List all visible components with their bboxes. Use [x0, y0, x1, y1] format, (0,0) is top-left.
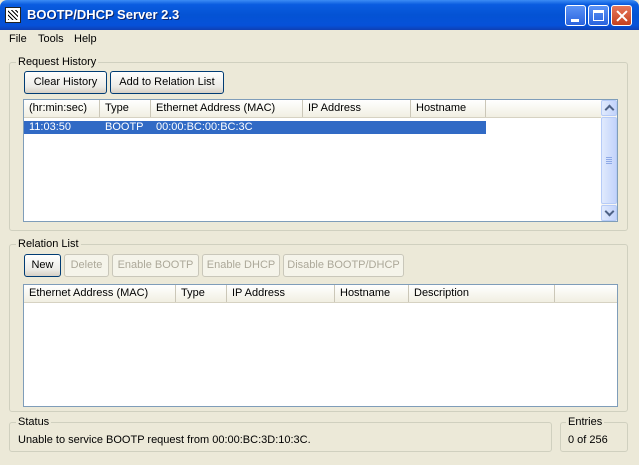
entries-label: Entries: [566, 416, 605, 428]
row-hostname: [411, 121, 486, 134]
request-history-header: (hr:min:sec) Type Ethernet Address (MAC)…: [24, 100, 617, 118]
column-header-description[interactable]: Description: [409, 285, 555, 302]
new-button[interactable]: New: [24, 254, 61, 277]
minimize-button[interactable]: [565, 5, 586, 26]
column-header-type[interactable]: Type: [100, 100, 151, 117]
column-header-hostname[interactable]: Hostname: [411, 100, 486, 117]
window-title: BOOTP/DHCP Server 2.3: [27, 7, 180, 22]
scroll-up-arrow-icon[interactable]: [601, 100, 617, 116]
request-history-list[interactable]: (hr:min:sec) Type Ethernet Address (MAC)…: [23, 99, 618, 222]
add-to-relation-list-button[interactable]: Add to Relation List: [110, 71, 224, 94]
menu-file[interactable]: File: [8, 31, 28, 47]
delete-button[interactable]: Delete: [64, 254, 109, 277]
close-button[interactable]: [611, 5, 632, 26]
row-mac: 00:00:BC:00:BC:3C: [156, 121, 253, 133]
clear-history-button[interactable]: Clear History: [24, 71, 107, 94]
row-ip: [303, 121, 411, 134]
vertical-scrollbar[interactable]: [601, 100, 617, 221]
menu-help[interactable]: Help: [73, 31, 98, 47]
column-header-ip[interactable]: IP Address: [303, 100, 411, 117]
table-row[interactable]: 11:03:50 BOOTP 00:00:BC:00:BC:3C: [24, 121, 486, 134]
row-type: BOOTP: [105, 121, 144, 133]
app-icon[interactable]: [5, 7, 21, 23]
scroll-down-arrow-icon[interactable]: [601, 205, 617, 221]
enable-bootp-button[interactable]: Enable BOOTP: [112, 254, 199, 277]
status-message: Unable to service BOOTP request from 00:…: [18, 434, 311, 446]
maximize-button[interactable]: [588, 5, 609, 26]
column-header-mac[interactable]: Ethernet Address (MAC): [151, 100, 303, 117]
relation-list-label: Relation List: [16, 238, 81, 250]
menu-tools[interactable]: Tools: [37, 31, 65, 47]
row-time: 11:03:50: [29, 121, 72, 133]
enable-dhcp-button[interactable]: Enable DHCP: [202, 254, 280, 277]
request-history-label: Request History: [16, 56, 99, 68]
entries-count: 0 of 256: [568, 434, 608, 446]
disable-bootp-dhcp-button[interactable]: Disable BOOTP/DHCP: [283, 254, 404, 277]
scrollbar-thumb[interactable]: [601, 117, 617, 204]
relation-list-header: Ethernet Address (MAC) Type IP Address H…: [24, 285, 617, 303]
column-header-hostname[interactable]: Hostname: [335, 285, 409, 302]
column-header-time[interactable]: (hr:min:sec): [24, 100, 100, 117]
column-header-ip[interactable]: IP Address: [227, 285, 335, 302]
column-header-type[interactable]: Type: [176, 285, 227, 302]
status-label: Status: [16, 416, 52, 428]
column-header-mac[interactable]: Ethernet Address (MAC): [24, 285, 176, 302]
relation-list-table[interactable]: Ethernet Address (MAC) Type IP Address H…: [23, 284, 618, 407]
